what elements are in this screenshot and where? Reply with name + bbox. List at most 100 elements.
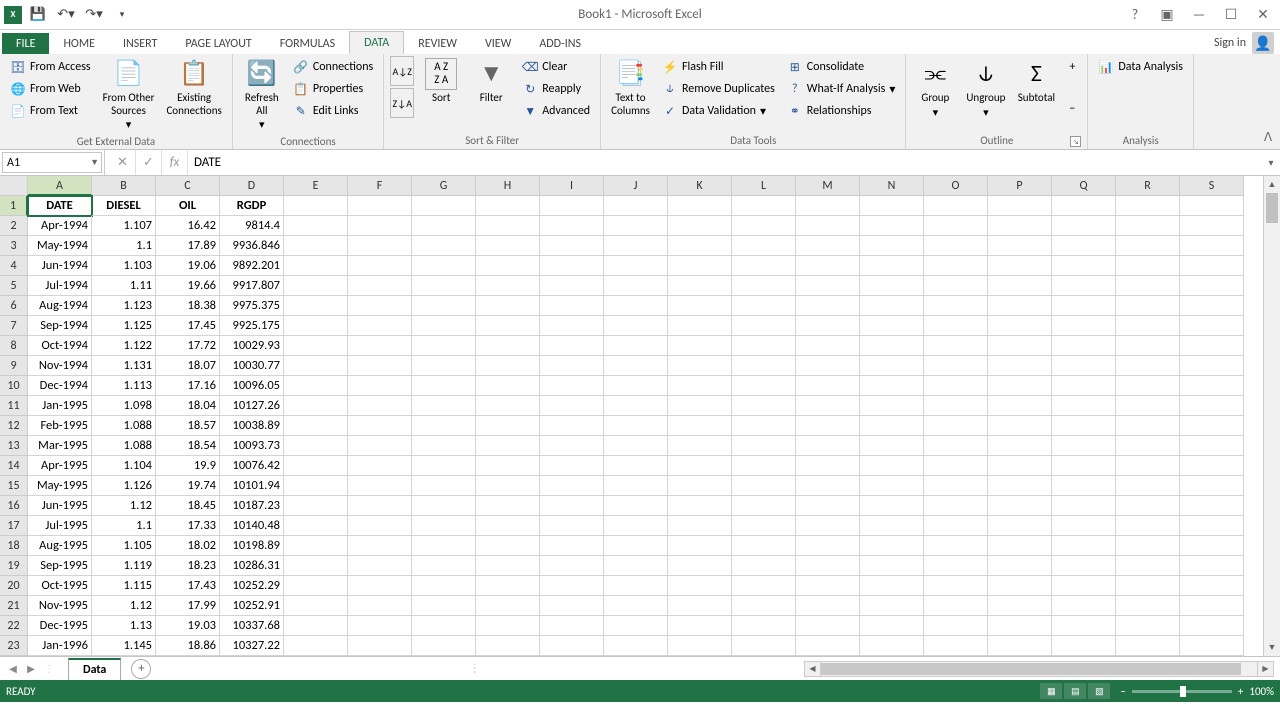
- cell[interactable]: [732, 376, 796, 396]
- cell[interactable]: [732, 416, 796, 436]
- clear-button[interactable]: ⌫Clear: [518, 56, 594, 78]
- cell[interactable]: Jul-1994: [28, 276, 92, 296]
- row-header-15[interactable]: 15: [0, 476, 28, 496]
- cell[interactable]: [540, 356, 604, 376]
- cell[interactable]: [284, 496, 348, 516]
- cell[interactable]: [540, 196, 604, 216]
- cell[interactable]: [604, 356, 668, 376]
- cell[interactable]: [924, 416, 988, 436]
- cell[interactable]: [1180, 196, 1244, 216]
- cell[interactable]: [732, 356, 796, 376]
- cell[interactable]: [476, 456, 540, 476]
- cell[interactable]: [1180, 436, 1244, 456]
- cell[interactable]: [540, 456, 604, 476]
- scroll-thumb[interactable]: [821, 663, 1241, 675]
- cell[interactable]: [1052, 236, 1116, 256]
- cell[interactable]: Jan-1996: [28, 636, 92, 656]
- cell[interactable]: [1180, 456, 1244, 476]
- cell[interactable]: [860, 276, 924, 296]
- cell[interactable]: [348, 316, 412, 336]
- cell[interactable]: [540, 596, 604, 616]
- redo-button[interactable]: ↷▾: [82, 3, 106, 27]
- cell[interactable]: 1.119: [92, 556, 156, 576]
- cell[interactable]: [284, 556, 348, 576]
- cell[interactable]: [1116, 236, 1180, 256]
- cell[interactable]: [1052, 456, 1116, 476]
- cell[interactable]: 17.89: [156, 236, 220, 256]
- row-header-5[interactable]: 5: [0, 276, 28, 296]
- cell[interactable]: [668, 536, 732, 556]
- cell[interactable]: [412, 276, 476, 296]
- cell[interactable]: [476, 416, 540, 436]
- normal-view-button[interactable]: ▦: [1040, 683, 1062, 699]
- formula-input[interactable]: [188, 150, 1262, 175]
- tab-file[interactable]: FILE: [2, 33, 49, 54]
- cell[interactable]: [988, 616, 1052, 636]
- cell[interactable]: 10286.31: [220, 556, 284, 576]
- cell[interactable]: 10140.48: [220, 516, 284, 536]
- cell[interactable]: [668, 456, 732, 476]
- cell[interactable]: [284, 576, 348, 596]
- cell[interactable]: [860, 436, 924, 456]
- cell[interactable]: [540, 396, 604, 416]
- cell[interactable]: [1116, 356, 1180, 376]
- cell[interactable]: [412, 536, 476, 556]
- cell[interactable]: [668, 396, 732, 416]
- cell[interactable]: [988, 216, 1052, 236]
- cell[interactable]: Jun-1994: [28, 256, 92, 276]
- cell[interactable]: [1052, 516, 1116, 536]
- zoom-slider[interactable]: [1132, 690, 1232, 693]
- cell[interactable]: 10127.26: [220, 396, 284, 416]
- cell[interactable]: [1116, 296, 1180, 316]
- cell[interactable]: 10101.94: [220, 476, 284, 496]
- close-button[interactable]: ✕: [1250, 2, 1276, 28]
- cell[interactable]: [284, 316, 348, 336]
- cell[interactable]: [988, 296, 1052, 316]
- cell[interactable]: [1052, 416, 1116, 436]
- cell[interactable]: [860, 196, 924, 216]
- cell[interactable]: [412, 496, 476, 516]
- cell[interactable]: [476, 536, 540, 556]
- cell[interactable]: [284, 336, 348, 356]
- cell[interactable]: [988, 476, 1052, 496]
- cell[interactable]: [540, 316, 604, 336]
- cell[interactable]: [924, 596, 988, 616]
- cell[interactable]: [668, 336, 732, 356]
- column-header-G[interactable]: G: [412, 176, 476, 196]
- row-header-17[interactable]: 17: [0, 516, 28, 536]
- cell[interactable]: [796, 436, 860, 456]
- cell[interactable]: [924, 456, 988, 476]
- cell[interactable]: [476, 296, 540, 316]
- cell[interactable]: [732, 236, 796, 256]
- cell[interactable]: [604, 336, 668, 356]
- cell[interactable]: [1052, 376, 1116, 396]
- from-web-button[interactable]: 🌐From Web: [6, 78, 95, 100]
- cell[interactable]: [1116, 556, 1180, 576]
- reapply-button[interactable]: ↻Reapply: [518, 78, 594, 100]
- cell[interactable]: [796, 196, 860, 216]
- cell[interactable]: [796, 396, 860, 416]
- cell[interactable]: 1.103: [92, 256, 156, 276]
- cell[interactable]: [348, 596, 412, 616]
- cell[interactable]: [284, 476, 348, 496]
- cell[interactable]: [412, 436, 476, 456]
- cell[interactable]: [732, 316, 796, 336]
- column-header-Q[interactable]: Q: [1052, 176, 1116, 196]
- cell[interactable]: [476, 276, 540, 296]
- cell[interactable]: [796, 496, 860, 516]
- sort-desc-button[interactable]: Z↓A: [390, 88, 414, 118]
- column-header-C[interactable]: C: [156, 176, 220, 196]
- cell[interactable]: [540, 616, 604, 636]
- cell[interactable]: [732, 636, 796, 656]
- cell[interactable]: OIL: [156, 196, 220, 216]
- cell[interactable]: [860, 496, 924, 516]
- sort-asc-button[interactable]: A↓Z: [390, 56, 414, 86]
- tab-view[interactable]: VIEW: [471, 33, 525, 54]
- cell[interactable]: 18.02: [156, 536, 220, 556]
- cell[interactable]: 1.098: [92, 396, 156, 416]
- cell[interactable]: [604, 556, 668, 576]
- cell[interactable]: [540, 336, 604, 356]
- cell[interactable]: [988, 636, 1052, 656]
- cell[interactable]: [796, 216, 860, 236]
- cell[interactable]: 1.12: [92, 496, 156, 516]
